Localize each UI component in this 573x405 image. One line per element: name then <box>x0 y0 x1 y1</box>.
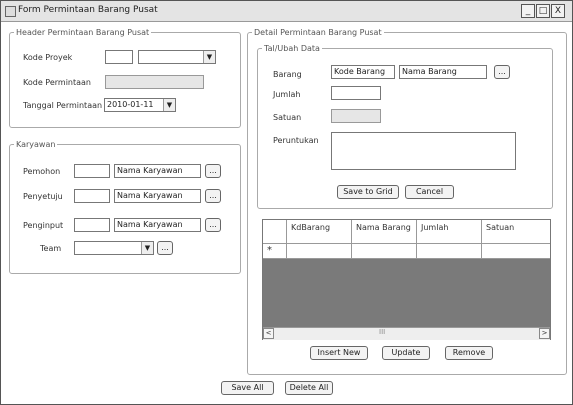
satuan-label: Satuan <box>273 113 302 122</box>
new-row-marker: * <box>263 244 287 259</box>
close-button[interactable]: X <box>551 4 565 18</box>
new-row-cell[interactable] <box>352 244 417 259</box>
peruntukan-textarea[interactable] <box>331 132 516 170</box>
horizontal-scrollbar[interactable]: < III > <box>263 327 550 340</box>
minimize-button[interactable]: _ <box>521 4 535 18</box>
title-bar: Form Permintaan Barang Pusat _ □ X <box>1 1 572 22</box>
remove-button[interactable]: Remove <box>445 346 493 360</box>
chevron-down-icon[interactable]: ▼ <box>141 242 153 254</box>
save-all-button[interactable]: Save All <box>221 381 274 395</box>
row-header-corner <box>263 220 287 244</box>
barang-label: Barang <box>273 70 302 79</box>
tambah-ubah-legend: Tal/Ubah Data <box>264 44 320 53</box>
pemohon-name-input[interactable]: Nama Karyawan <box>114 164 201 178</box>
penyetuju-label: Penyetuju <box>23 192 63 201</box>
penyetuju-name-input[interactable]: Nama Karyawan <box>114 189 201 203</box>
column-header-jumlah[interactable]: Jumlah <box>417 220 482 244</box>
kode-permintaan-label: Kode Permintaan <box>23 78 91 87</box>
column-header-kdbarang[interactable]: KdBarang <box>287 220 352 244</box>
nama-barang-input[interactable]: Nama Barang <box>399 65 487 79</box>
scroll-left-arrow[interactable]: < <box>263 328 274 339</box>
chevron-down-icon[interactable]: ▼ <box>163 99 175 111</box>
pemohon-code-input[interactable] <box>74 164 110 178</box>
column-header-satuan[interactable]: Satuan <box>482 220 550 244</box>
kode-barang-input[interactable]: Kode Barang <box>331 65 395 79</box>
new-row-cell[interactable] <box>287 244 352 259</box>
penyetuju-browse-button[interactable]: ... <box>205 189 221 203</box>
barang-browse-button[interactable]: ... <box>494 65 510 79</box>
update-button[interactable]: Update <box>382 346 430 360</box>
penginput-code-input[interactable] <box>74 218 110 232</box>
kode-permintaan-input <box>105 75 204 89</box>
delete-all-button[interactable]: Delete All <box>285 381 333 395</box>
scroll-right-arrow[interactable]: > <box>539 328 550 339</box>
penyetuju-code-input[interactable] <box>74 189 110 203</box>
jumlah-input[interactable] <box>331 86 381 100</box>
new-row-cell[interactable] <box>482 244 550 259</box>
pemohon-browse-button[interactable]: ... <box>205 164 221 178</box>
team-label: Team <box>40 244 62 253</box>
tanggal-label: Tanggal Permintaan <box>23 101 103 110</box>
tanggal-value: 2010-01-11 <box>107 100 154 109</box>
kode-proyek-combo[interactable]: ▼ <box>138 50 216 64</box>
grid-empty-area <box>263 259 550 327</box>
detail-legend: Detail Permintaan Barang Pusat <box>254 28 382 37</box>
tanggal-picker[interactable]: 2010-01-11 ▼ <box>104 98 176 112</box>
new-row-cell[interactable] <box>417 244 482 259</box>
team-browse-button[interactable]: ... <box>157 241 173 255</box>
window-title: Form Permintaan Barang Pusat <box>18 5 158 15</box>
insert-new-button[interactable]: Insert New <box>310 346 368 360</box>
detail-grid[interactable]: KdBarang Nama Barang Jumlah Satuan * < I… <box>262 219 551 340</box>
kode-proyek-input[interactable] <box>105 50 133 64</box>
column-header-nama-barang[interactable]: Nama Barang <box>352 220 417 244</box>
jumlah-label: Jumlah <box>273 90 301 99</box>
app-icon <box>5 6 16 17</box>
cancel-button[interactable]: Cancel <box>405 185 454 199</box>
pemohon-label: Pemohon <box>23 167 61 176</box>
peruntukan-label: Peruntukan <box>273 136 319 145</box>
penginput-name-input[interactable]: Nama Karyawan <box>114 218 201 232</box>
save-to-grid-button[interactable]: Save to Grid <box>337 185 399 199</box>
chevron-down-icon[interactable]: ▼ <box>203 51 215 63</box>
karyawan-legend: Karyawan <box>16 140 56 149</box>
kode-proyek-label: Kode Proyek <box>23 53 73 62</box>
penginput-browse-button[interactable]: ... <box>205 218 221 232</box>
form-window: Form Permintaan Barang Pusat _ □ X Heade… <box>0 0 573 405</box>
satuan-input <box>331 109 381 123</box>
maximize-button[interactable]: □ <box>536 4 550 18</box>
header-legend: Header Permintaan Barang Pusat <box>16 28 150 37</box>
scroll-thumb[interactable]: III <box>379 328 385 336</box>
penginput-label: Penginput <box>23 221 64 230</box>
team-combo[interactable]: ▼ <box>74 241 154 255</box>
